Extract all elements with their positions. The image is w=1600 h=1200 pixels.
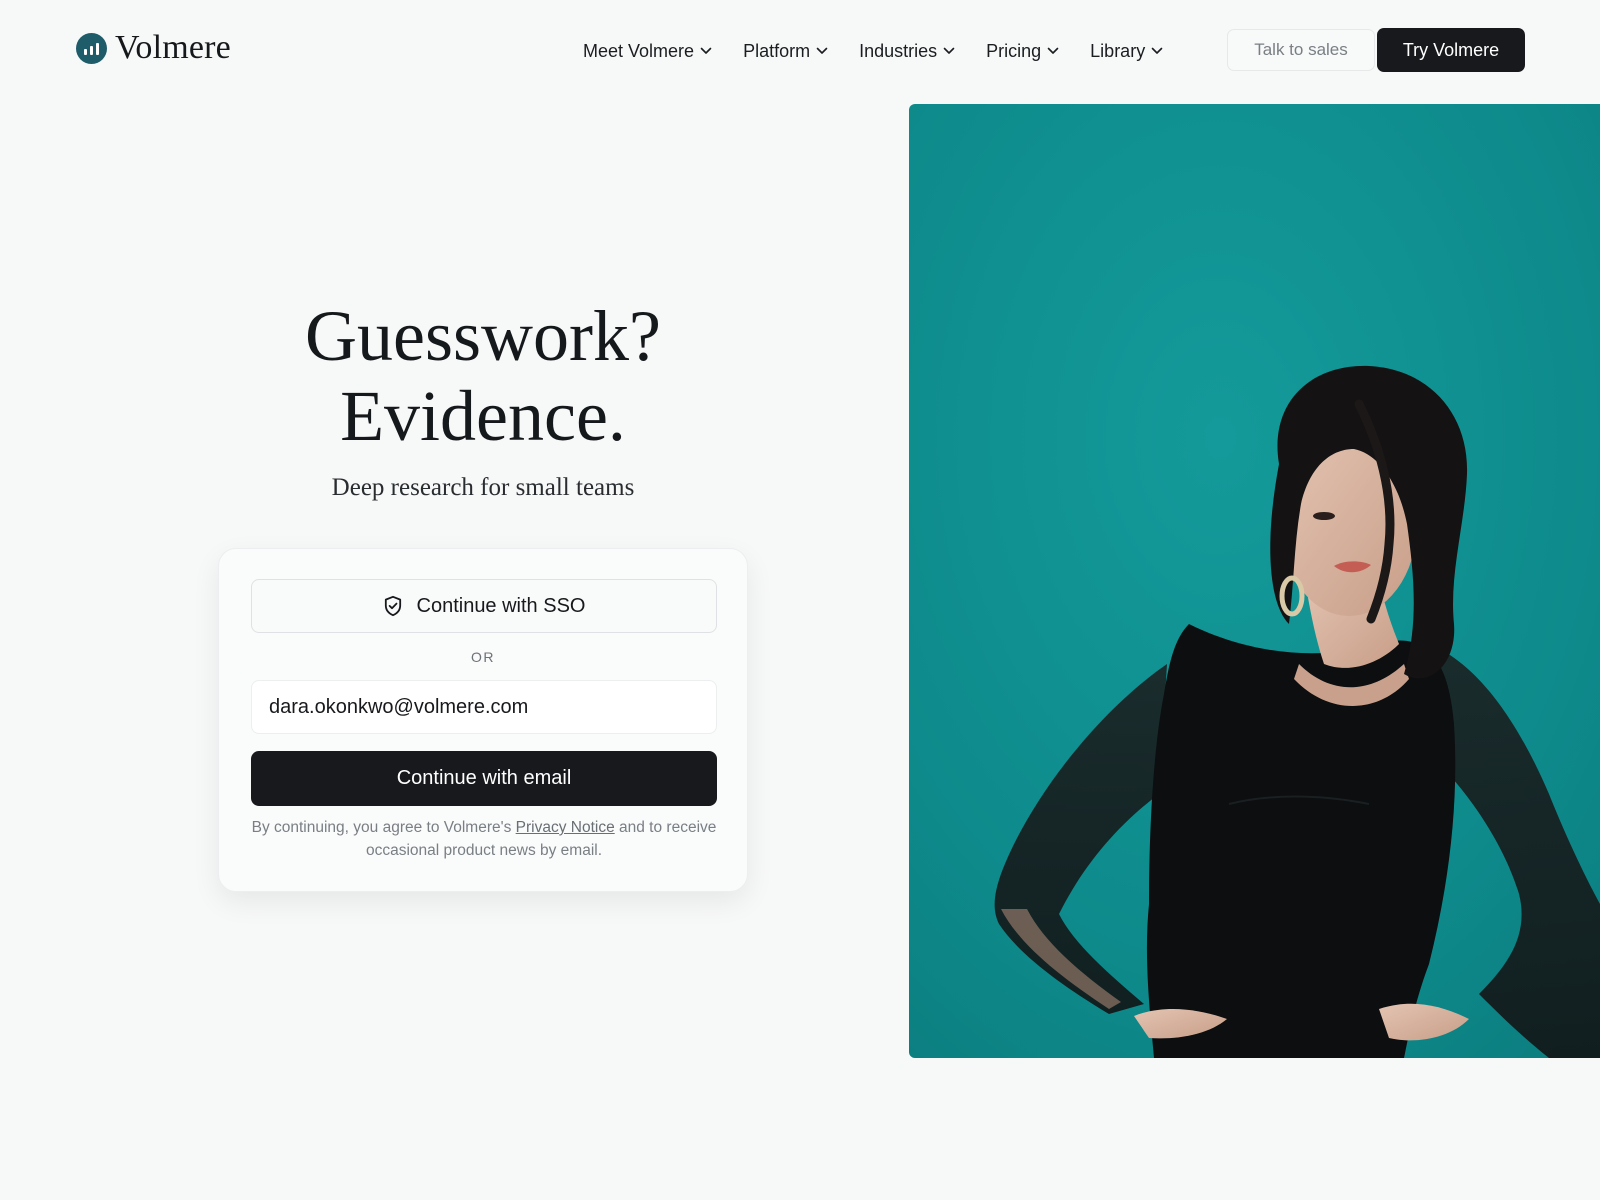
sso-button-label: Continue with SSO (416, 594, 586, 617)
chevron-down-icon (816, 47, 828, 54)
nav-item-platform[interactable]: Platform (743, 36, 828, 66)
nav-item-industries[interactable]: Industries (859, 36, 955, 66)
main-nav: Meet Volmere Platform Industries Pricing… (583, 36, 1194, 66)
legal-text-before: By continuing, you agree to Volmere's (251, 819, 516, 836)
brand-name: Volmere (115, 29, 231, 66)
hero-title: Guesswork? Evidence. (200, 296, 766, 456)
hero-title-line2: Evidence. (340, 376, 626, 456)
nav-item-label: Platform (743, 40, 811, 61)
or-divider: OR (471, 649, 495, 665)
privacy-notice-link[interactable]: Privacy Notice (516, 819, 615, 836)
nav-item-library[interactable]: Library (1090, 36, 1163, 66)
site-header: Volmere Meet Volmere Platform Industries… (0, 0, 1600, 102)
try-volmere-button[interactable]: Try Volmere (1377, 28, 1525, 72)
hero-photo (909, 104, 1600, 1058)
nav-item-label: Meet Volmere (583, 40, 695, 61)
hero-subtitle: Deep research for small teams (331, 474, 635, 501)
eye (1313, 512, 1335, 520)
chevron-down-icon (1151, 47, 1163, 54)
bar-chart-circle-icon (76, 32, 107, 64)
chevron-down-icon (943, 47, 955, 54)
email-field[interactable] (251, 680, 717, 734)
shield-check-icon (384, 595, 401, 617)
nav-item-pricing[interactable]: Pricing (986, 36, 1059, 66)
chevron-down-icon (1047, 47, 1059, 54)
continue-with-sso-button[interactable]: Continue with SSO (251, 579, 717, 633)
signin-card: Continue with SSO OR Continue with email… (218, 548, 748, 892)
nav-item-label: Library (1090, 40, 1146, 61)
nav-item-meet-volmere[interactable]: Meet Volmere (583, 36, 712, 66)
nav-item-label: Industries (859, 40, 938, 61)
nav-item-label: Pricing (986, 40, 1042, 61)
hero-title-line1: Guesswork? (305, 296, 661, 376)
talk-to-sales-button[interactable]: Talk to sales (1227, 29, 1375, 71)
brand-logo[interactable]: Volmere (76, 31, 231, 65)
continue-with-email-button[interactable]: Continue with email (251, 751, 717, 806)
legal-notice: By continuing, you agree to Volmere's Pr… (251, 816, 717, 862)
chevron-down-icon (700, 47, 712, 54)
torso (1146, 624, 1456, 1058)
